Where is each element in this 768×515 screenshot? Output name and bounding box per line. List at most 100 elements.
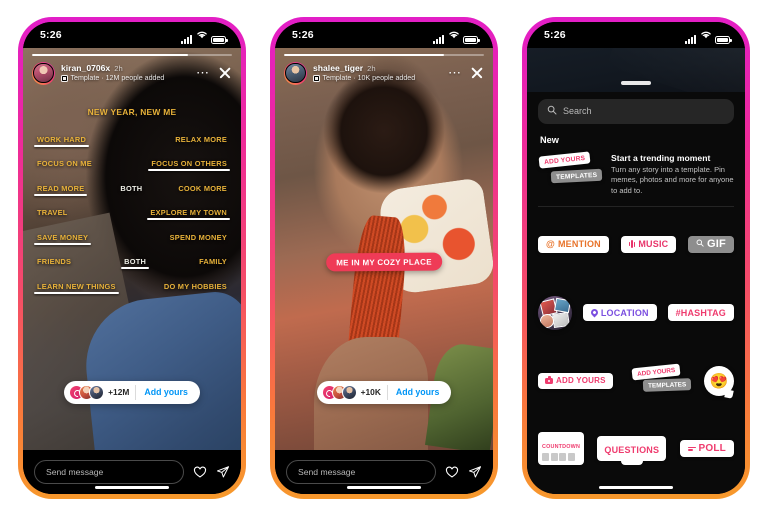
search-icon	[547, 102, 557, 120]
location-pin-icon	[589, 307, 600, 318]
wifi-icon	[448, 26, 460, 44]
sticker-grid: @ MENTION MUSIC GIF LOCATION #HASHTAG AD…	[538, 207, 734, 493]
template-row: SAVE MONEY SPEND MONEY	[33, 233, 227, 245]
at-mention-icon: @	[546, 239, 555, 250]
template-option[interactable]: WORK HARD	[33, 135, 90, 147]
template-option[interactable]: SAVE MONEY	[33, 233, 92, 245]
template-option[interactable]: BOTH	[121, 257, 150, 269]
template-option[interactable]: FOCUS ON OTHERS	[148, 159, 230, 171]
avatar[interactable]	[32, 61, 55, 85]
sticker-questions[interactable]: QUESTIONS	[597, 436, 667, 462]
home-indicator	[599, 485, 673, 489]
story-username[interactable]: kiran_0706x	[61, 63, 110, 73]
phone-screen: 5:26 Search New ADD YOURS TEMPLATES Star…	[527, 21, 745, 494]
avatar	[89, 384, 105, 400]
status-bar: 5:26	[23, 21, 241, 48]
template-option[interactable]: RELAX MORE	[175, 135, 227, 147]
sticker-hashtag[interactable]: #HASHTAG	[667, 304, 734, 322]
status-bar: 5:26	[527, 21, 745, 48]
sticker-row: LOCATION #HASHTAG	[538, 295, 734, 330]
story-progress-bar[interactable]	[275, 48, 493, 56]
sticker-label: GIF	[707, 238, 726, 251]
sticker-mention[interactable]: @ MENTION	[538, 235, 609, 253]
template-option[interactable]: BOTH	[120, 184, 142, 196]
story-timestamp: 2h	[367, 63, 376, 73]
story-header-actions: ⋯	[196, 66, 232, 80]
caption-sticker[interactable]: ME IN MY COZY PLACE	[326, 251, 442, 272]
sticker-add-yours[interactable]: ADD YOURS	[538, 372, 613, 389]
sticker-label: MENTION	[557, 239, 601, 250]
story-username[interactable]: shalee_tiger	[313, 63, 363, 73]
add-yours-button[interactable]: Add yours	[136, 387, 196, 397]
template-title: NEW YEAR, NEW ME	[87, 106, 177, 117]
add-yours-pill-wrapper: +12M Add yours	[23, 380, 241, 404]
share-paper-plane-icon[interactable]	[468, 465, 482, 479]
heart-icon[interactable]	[193, 465, 207, 479]
avatar	[341, 384, 357, 400]
phone-screen: 5:26	[275, 21, 493, 494]
search-input[interactable]: Search	[538, 98, 734, 124]
story-progress-bar[interactable]	[23, 48, 241, 56]
template-row: FOCUS ON ME FOCUS ON OTHERS	[37, 159, 230, 171]
template-options-list: WORK HARD RELAX MORE FOCUS ON ME FOCUS O…	[23, 135, 241, 294]
template-option[interactable]: SPEND MONEY	[170, 233, 227, 245]
story-viewer[interactable]: shalee_tiger 2h Template · 10K people ad…	[275, 47, 493, 450]
sticker-location[interactable]: LOCATION	[582, 304, 657, 322]
add-yours-pill[interactable]: +10K Add yours	[316, 380, 452, 404]
sticker-music[interactable]: MUSIC	[620, 235, 677, 253]
send-message-input[interactable]: Send message	[286, 459, 436, 484]
template-option[interactable]: FRIENDS	[37, 257, 71, 269]
sheet-grabber[interactable]	[621, 81, 651, 85]
template-option[interactable]: FOCUS ON ME	[37, 159, 92, 171]
add-yours-pill[interactable]: +12M Add yours	[64, 380, 200, 404]
close-icon[interactable]	[470, 66, 484, 80]
add-yours-button[interactable]: Add yours	[388, 387, 448, 397]
template-icon	[61, 74, 68, 82]
template-option[interactable]: COOK MORE	[178, 184, 227, 196]
story-viewer[interactable]: kiran_0706x 2h Template · 12M people add…	[23, 47, 241, 450]
story-header: kiran_0706x 2h Template · 12M people add…	[23, 56, 241, 85]
photo-collage-sticker[interactable]	[538, 295, 572, 330]
phone-mockup-story-template: 5:26 kiran_0706x 2h Template · 12M peopl…	[18, 16, 246, 499]
template-option[interactable]: LEARN NEW THINGS	[34, 282, 119, 294]
template-option[interactable]: READ MORE	[33, 184, 88, 196]
status-time: 5:26	[544, 28, 566, 41]
wifi-icon	[196, 26, 208, 44]
more-options-icon[interactable]: ⋯	[448, 66, 462, 79]
cellular-signal-icon	[181, 34, 192, 44]
sticker-label: LOCATION	[600, 307, 649, 318]
sticker-poll[interactable]: POLL	[679, 440, 734, 458]
share-paper-plane-icon[interactable]	[216, 465, 230, 479]
template-icon	[313, 74, 320, 82]
story-editor-backdrop	[527, 47, 745, 92]
close-icon[interactable]	[218, 66, 232, 80]
sticker-countdown[interactable]: COUNTDOWN	[538, 432, 585, 466]
search-placeholder: Search	[563, 106, 592, 116]
send-message-input[interactable]: Send message	[34, 459, 184, 484]
cellular-signal-icon	[685, 34, 696, 44]
wifi-icon	[700, 26, 712, 44]
template-option[interactable]: EXPLORE MY TOWN	[147, 208, 230, 220]
sticker-add-yours-templates[interactable]: ADD YOURS TEMPLATES	[630, 363, 692, 396]
sticker-label: ADD YOURS	[556, 376, 606, 386]
avatar[interactable]	[284, 61, 307, 85]
emoji-glyph: 😍	[709, 372, 729, 390]
more-options-icon[interactable]: ⋯	[196, 66, 210, 79]
heart-icon[interactable]	[445, 465, 459, 479]
screenshot-stage: 5:26 kiran_0706x 2h Template · 12M peopl…	[0, 0, 768, 515]
music-wave-icon	[628, 240, 636, 249]
add-yours-sticker-preview: ADD YOURS	[538, 150, 591, 169]
promo-title: Start a trending moment	[611, 152, 711, 163]
phone-mockup-story-response: 5:26 shalee_tiger 2h Template · 10K peop…	[270, 16, 498, 499]
sticker-gif[interactable]: GIF	[688, 235, 734, 253]
participant-avatars	[321, 384, 357, 400]
heart-eyes-emoji-sticker[interactable]: 😍	[703, 365, 734, 396]
template-option[interactable]: DO MY HOBBIES	[164, 282, 227, 294]
template-option[interactable]: FAMILY	[199, 257, 227, 269]
battery-icon	[463, 35, 480, 44]
story-timestamp: 2h	[114, 63, 123, 73]
template-option[interactable]: TRAVEL	[37, 208, 68, 220]
promo-card-trending-moment[interactable]: ADD YOURS TEMPLATES Start a trending mom…	[538, 150, 734, 208]
story-template-subtitle: Template · 12M people added	[70, 74, 165, 83]
promo-description: Turn any story into a template. Pin meme…	[611, 165, 734, 195]
